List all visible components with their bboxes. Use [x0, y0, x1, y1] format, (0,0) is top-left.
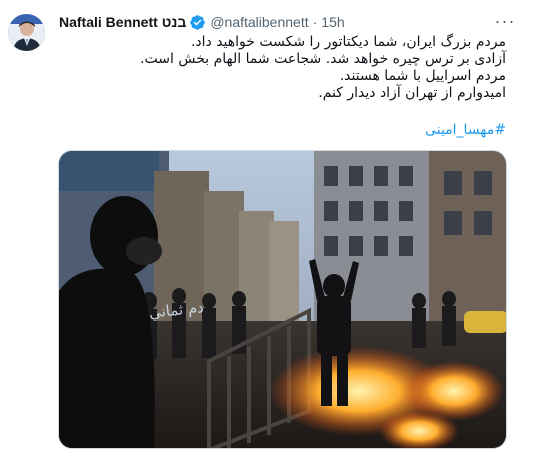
tweet-header: Naftali Bennett בנט @naftalibennett · 15…: [59, 12, 494, 32]
more-options-icon[interactable]: ···: [494, 10, 516, 32]
avatar[interactable]: [8, 14, 45, 51]
tweet[interactable]: Naftali Bennett בנט @naftalibennett · 15…: [0, 0, 534, 461]
hashtag-link[interactable]: #مهسا_امینی: [60, 122, 506, 138]
tweet-text-line: مردم بزرگ ایران، شما دیکتاتور را شکست خو…: [190, 34, 506, 50]
verified-badge-icon: [189, 14, 206, 31]
author-handle[interactable]: @naftalibennett: [210, 14, 308, 30]
author-display-name[interactable]: Naftali Bennett בנט: [59, 14, 186, 30]
tweet-timestamp[interactable]: 15h: [321, 14, 344, 30]
tweet-photo[interactable]: دم ثماني: [58, 150, 507, 449]
tweet-text-line: امیدوارم از تهران آزاد دیدار کنم.: [318, 85, 506, 101]
separator-dot: ·: [312, 14, 318, 30]
tweet-text-line: مردم اسراییل با شما هستند.: [339, 68, 506, 84]
protest-scene-image: [59, 151, 506, 448]
tweet-text: مردم بزرگ ایران، شما دیکتاتور را شکست خو…: [60, 34, 506, 102]
tweet-text-line: آزادی بر ترس چیره خواهد شد. شجاعت شما ال…: [140, 51, 506, 67]
